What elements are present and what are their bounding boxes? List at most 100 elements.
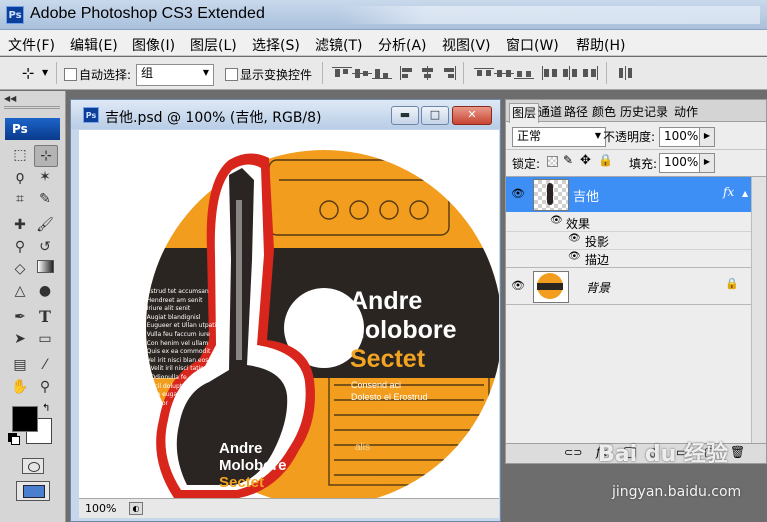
quick-mask-icon[interactable] (22, 458, 44, 474)
fill-slider-button[interactable]: ▶ (699, 153, 715, 173)
fill-input[interactable]: 100% (659, 153, 703, 173)
effect-visibility-eye-icon[interactable]: 👁 (568, 233, 581, 244)
menu-edit[interactable]: 编辑(E) (70, 35, 118, 55)
tab-paths[interactable]: 路径 (562, 103, 590, 122)
effects-label: 效果 (566, 217, 591, 231)
tab-color[interactable]: 颜色 (590, 103, 618, 122)
opacity-input[interactable]: 100% (659, 127, 703, 147)
gradient-tool-icon[interactable] (34, 259, 56, 279)
path-selection-tool-icon[interactable]: ➤ (9, 329, 31, 349)
shape-tool-icon[interactable]: ▭ (34, 329, 56, 349)
effects-visibility-eye-icon[interactable]: 👁 (550, 215, 563, 226)
effect-stroke-row[interactable]: 👁 描边 (506, 249, 766, 268)
align-bottom-icon[interactable] (372, 66, 392, 80)
lock-transparency-icon[interactable] (547, 156, 558, 167)
blur-tool-icon[interactable]: △ (9, 281, 31, 301)
foreground-color-swatch[interactable] (12, 406, 38, 432)
zoom-tool-icon[interactable]: ⚲ (34, 377, 56, 397)
menu-window[interactable]: 窗口(W) (506, 35, 559, 55)
dodge-tool-icon[interactable]: ● (34, 281, 56, 301)
eyedropper-sample-tool-icon[interactable]: ⁄ (34, 355, 56, 375)
hand-tool-icon[interactable]: ✋ (9, 377, 31, 397)
close-button[interactable]: ✕ (452, 106, 492, 125)
menu-layer[interactable]: 图层(L) (190, 35, 237, 55)
zoom-level[interactable]: 100% (85, 502, 116, 515)
tab-actions[interactable]: 动作 (672, 103, 700, 122)
eyedropper-tool-icon[interactable]: ✎ (34, 189, 56, 209)
document-title-bar[interactable]: Ps 吉他.psd @ 100% (吉他, RGB/8) ▬ □ ✕ (71, 100, 500, 129)
cd-band-accent: Sectet (350, 345, 426, 373)
history-brush-tool-icon[interactable]: ↺ (34, 237, 56, 257)
move-tool-preset-icon[interactable]: ⊹ (16, 64, 40, 84)
healing-brush-tool-icon[interactable]: ✚ (9, 215, 31, 235)
blend-mode-select[interactable]: 正常 ▼ (512, 127, 606, 147)
distribute-left-icon[interactable] (540, 66, 560, 80)
move-tool-icon[interactable]: ⊹ (34, 145, 58, 167)
document-canvas[interactable]: Andre Molobore Sectet Consend aci Dolest… (79, 130, 499, 498)
align-left-icon[interactable] (398, 66, 418, 80)
align-hcenter-icon[interactable] (418, 66, 438, 80)
separator (56, 62, 57, 84)
crop-tool-icon[interactable]: ⌗ (9, 189, 31, 209)
tab-layers[interactable]: 图层 (509, 103, 540, 123)
magic-wand-tool-icon[interactable]: ✶ (34, 167, 56, 187)
menu-file[interactable]: 文件(F) (8, 35, 55, 55)
distribute-hcenter-icon[interactable] (560, 66, 580, 80)
align-right-icon[interactable] (438, 66, 458, 80)
auto-select-checkbox[interactable] (64, 68, 77, 81)
type-tool-icon[interactable]: T (34, 307, 56, 327)
minimize-button[interactable]: ▬ (391, 106, 419, 125)
lock-image-icon[interactable]: ✎ (563, 153, 573, 167)
lock-all-icon[interactable]: 🔒 (598, 153, 613, 167)
layer-visibility-eye-icon[interactable]: 👁 (508, 276, 528, 296)
layer-row-background[interactable]: 👁 背景 🔒 (506, 268, 766, 305)
auto-align-layers-icon[interactable] (616, 66, 636, 80)
layer-effects-row[interactable]: 👁 效果 (506, 213, 766, 232)
screen-mode-icon[interactable] (16, 481, 50, 501)
tab-channels[interactable]: 通道 (536, 103, 564, 122)
chevron-up-icon[interactable]: ▲ (742, 189, 748, 198)
delete-layer-icon[interactable]: 🗑 (730, 445, 745, 459)
layer-visibility-eye-icon[interactable]: 👁 (508, 184, 528, 204)
notes-tool-icon[interactable]: ▤ (9, 355, 31, 375)
lasso-tool-icon[interactable]: ϙ (9, 167, 31, 187)
effect-visibility-eye-icon[interactable]: 👁 (568, 251, 581, 262)
marquee-tool-icon[interactable]: ⬚ (9, 145, 31, 165)
layer-name[interactable]: 吉他 (573, 186, 599, 205)
tab-history[interactable]: 历史记录 (618, 103, 670, 122)
menu-help[interactable]: 帮助(H) (576, 35, 625, 55)
separator (606, 62, 607, 84)
menu-view[interactable]: 视图(V) (442, 35, 491, 55)
distribute-bottom-icon[interactable] (514, 66, 534, 80)
align-top-icon[interactable] (332, 66, 352, 80)
menu-select[interactable]: 选择(S) (252, 35, 300, 55)
align-vcenter-icon[interactable] (352, 66, 372, 80)
chevron-down-icon[interactable]: ▼ (42, 68, 48, 77)
pen-tool-icon[interactable]: ✒ (9, 307, 31, 327)
collapse-arrows-icon[interactable]: ◀◀ (4, 94, 16, 103)
toolbox-grip[interactable] (4, 106, 60, 109)
link-layers-icon[interactable]: ⊂⊃ (564, 446, 582, 459)
maximize-button[interactable]: □ (421, 106, 449, 125)
menu-filter[interactable]: 滤镜(T) (315, 35, 362, 55)
distribute-top-icon[interactable] (474, 66, 494, 80)
layer-name[interactable]: 背景 (586, 279, 610, 296)
layer-fx-icon[interactable]: fx (723, 185, 734, 199)
opacity-slider-button[interactable]: ▶ (699, 127, 715, 147)
status-info-icon[interactable]: ◐ (129, 502, 143, 515)
layer-row-guitar[interactable]: 👁 吉他 fx ▲ (506, 177, 766, 212)
clone-stamp-tool-icon[interactable]: ⚲ (9, 237, 31, 257)
eraser-tool-icon[interactable]: ◇ (9, 259, 31, 279)
default-colors-icon[interactable] (11, 436, 20, 445)
menu-image[interactable]: 图像(I) (132, 35, 175, 55)
distribute-vcenter-icon[interactable] (494, 66, 514, 80)
auto-select-dropdown[interactable]: 组 ▼ (136, 64, 214, 86)
brush-tool-icon[interactable]: 🖌 (34, 215, 56, 235)
layers-scrollbar[interactable] (751, 177, 766, 443)
effect-drop-shadow-row[interactable]: 👁 投影 (506, 231, 766, 250)
menu-analysis[interactable]: 分析(A) (378, 35, 427, 55)
show-transform-checkbox[interactable] (225, 68, 238, 81)
swap-colors-icon[interactable]: ↰ (42, 403, 50, 414)
lock-position-icon[interactable]: ✥ (580, 153, 591, 168)
distribute-right-icon[interactable] (580, 66, 600, 80)
